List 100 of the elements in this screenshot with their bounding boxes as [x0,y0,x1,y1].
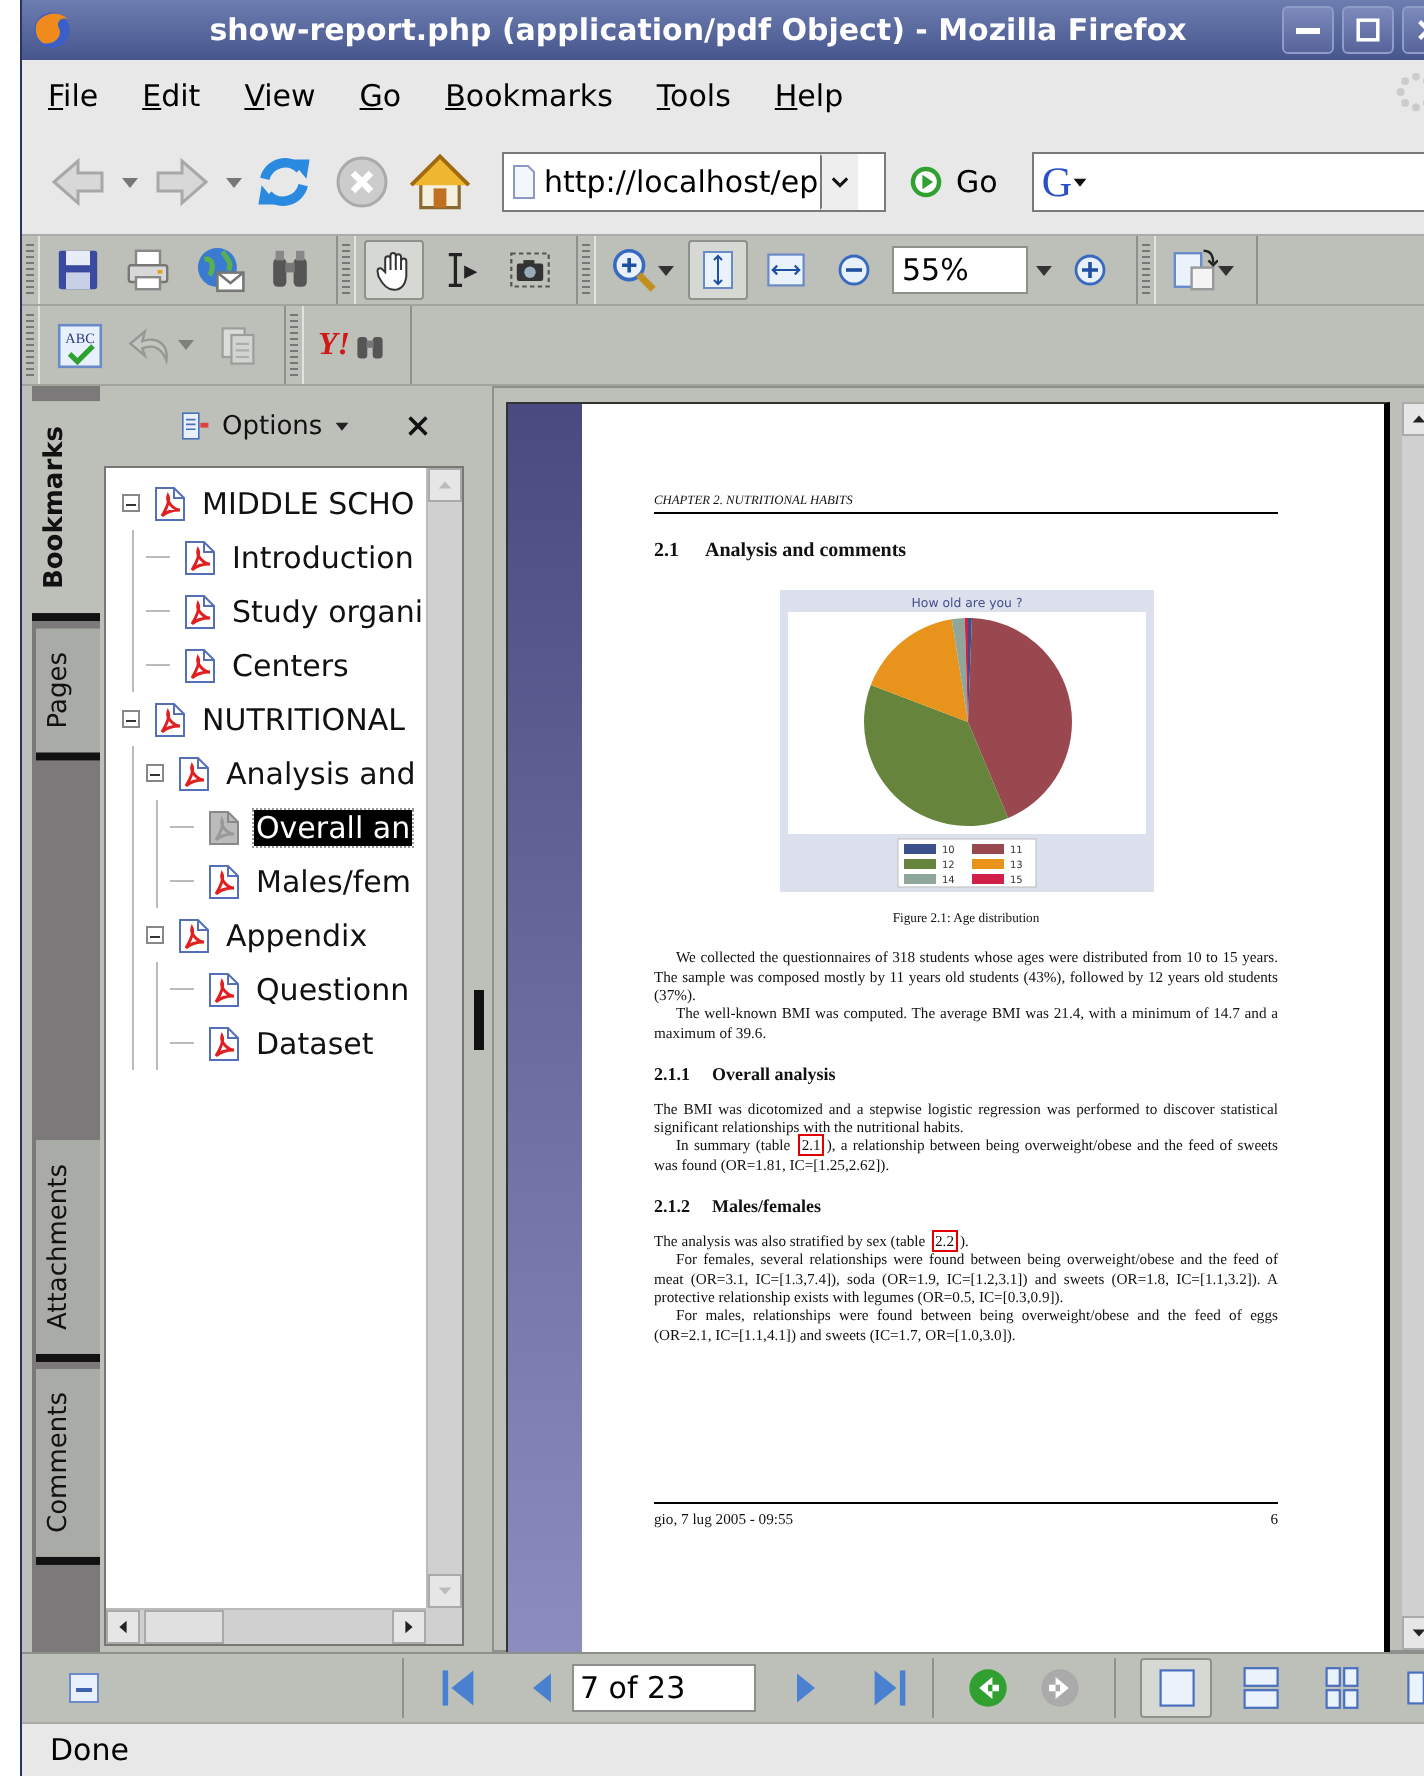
menu-item[interactable]: Help [752,77,866,113]
fit-page-icon [698,248,738,292]
dropdown-caret-icon [178,340,194,350]
legend-swatch [971,843,1003,854]
menu-item[interactable]: View [222,77,338,113]
expand-toggle[interactable] [122,710,140,728]
zoom-out-icon [834,250,874,290]
go-button[interactable]: Go [890,158,1016,206]
expand-toggle[interactable] [146,764,164,782]
bookmark-item[interactable]: Males/fem [254,863,414,899]
magnifier-plus-icon [610,246,658,294]
down-arrow-icon [1410,1624,1424,1642]
minimize-button[interactable] [1282,6,1334,54]
document-scrollbar[interactable] [1402,402,1424,1650]
sidebar-tab[interactable]: Comments [36,1367,100,1564]
minimize-icon [1296,27,1320,33]
menu-item[interactable]: Bookmarks [423,77,635,113]
zoom-field[interactable]: 55% [892,246,1028,294]
legend-swatch [971,858,1003,869]
fit-width-icon [764,248,808,292]
zoom-in-icon [1070,250,1110,290]
bookmark-item[interactable]: NUTRITIONAL [200,701,407,737]
dropdown-caret-icon [658,265,674,275]
scroll-left-button[interactable] [106,1610,140,1644]
section-number: 2.1 [654,542,679,562]
collapse-panel-icon [64,1668,104,1708]
sidebar-tab[interactable]: Attachments [36,1139,100,1362]
up-arrow-icon [1410,410,1424,428]
bookmark-item[interactable]: Dataset [254,1025,376,1061]
down-arrow-icon [436,1582,454,1600]
dropdown-caret-icon [122,177,138,187]
pdf-file-icon [204,1023,244,1063]
bookmark-item[interactable]: Centers [230,647,351,683]
pdf-file-icon [150,699,190,739]
menu-item[interactable]: File [26,77,121,113]
page-number-field[interactable]: 7 of 23 [571,1664,757,1712]
horizontal-scrollbar[interactable] [106,1608,426,1644]
expand-toggle[interactable] [146,926,164,944]
pdf-file-icon [204,807,244,847]
address-field[interactable]: http://localhost/epi [502,152,886,212]
stop-icon [332,152,392,212]
pdf-file-icon [180,645,220,685]
window-title: show-report.php (application/pdf Object) - Mozilla Firefox [207,12,1189,48]
subsection-title: Overall analysis [712,1066,836,1086]
menu-item[interactable]: Go [337,77,424,113]
forward-circle-icon [1038,1666,1083,1710]
bookmark-item[interactable]: MIDDLE SCHO [200,485,417,521]
fit-page-button[interactable] [688,240,748,300]
section-title: Analysis and comments [705,542,907,562]
legend-swatch [903,843,935,854]
scroll-thumb[interactable] [144,1610,224,1644]
options-button[interactable]: Options [172,402,357,450]
bookmark-item[interactable]: Introduction [230,539,416,575]
splitter-handle[interactable] [474,989,484,1049]
dropdown-caret-icon [1218,265,1234,275]
rotate-pages-icon [1170,246,1218,294]
single-page-button[interactable] [1140,1658,1212,1718]
dropdown-caret-icon [226,177,242,187]
sidebar-tab[interactable]: Bookmarks [32,402,100,622]
close-icon [406,414,431,438]
pdf-file-icon [204,861,244,901]
printer-icon [122,246,174,294]
pdf-file-icon [180,591,220,631]
bookmark-item[interactable]: Overall an [254,809,413,845]
sidebar-tab[interactable]: Pages [36,627,100,760]
menu-item[interactable]: Edit [120,77,223,113]
hand-tool-button[interactable] [364,240,424,300]
pdf-file-icon [174,915,214,955]
legend-swatch [903,858,935,869]
bookmark-item[interactable]: Analysis and [224,755,418,791]
globe-envelope-icon [194,244,246,296]
subsection-number: 2.1.1 [654,1066,690,1086]
browser-logo-icon [30,8,74,52]
history-dropdown-button[interactable] [820,154,858,210]
status-text: Done [50,1732,129,1768]
pdf-file-icon [150,483,190,523]
legend-swatch [903,873,935,884]
search-field[interactable]: G [1031,152,1424,212]
menu-item[interactable]: Tools [634,77,753,113]
camera-icon [508,248,552,292]
subsection-title: Males/females [712,1198,821,1218]
scrollbar-corner [426,1608,462,1644]
right-arrow-icon [400,1618,418,1636]
search-engine-button[interactable]: G [1033,158,1096,206]
scroll-right-button[interactable] [392,1610,426,1644]
facing-pages-grid-icon [1320,1666,1365,1710]
bookmark-item[interactable]: Questionn [254,971,412,1007]
copy-pages-icon [216,323,260,367]
up-arrow-icon [436,476,454,494]
bookmark-item[interactable]: Appendix [224,917,370,953]
subsection-number: 2.1.2 [654,1198,690,1218]
options-list-icon [178,408,210,444]
pdf-file-icon [204,969,244,1009]
dropdown-caret-icon [1036,265,1052,275]
bookmark-item[interactable]: Study organi [230,593,426,629]
expand-toggle[interactable] [122,494,140,512]
left-arrow-icon [114,1618,132,1636]
maximize-icon [1354,16,1382,44]
maximize-button[interactable] [1342,6,1394,54]
pdf-file-icon [174,753,214,793]
